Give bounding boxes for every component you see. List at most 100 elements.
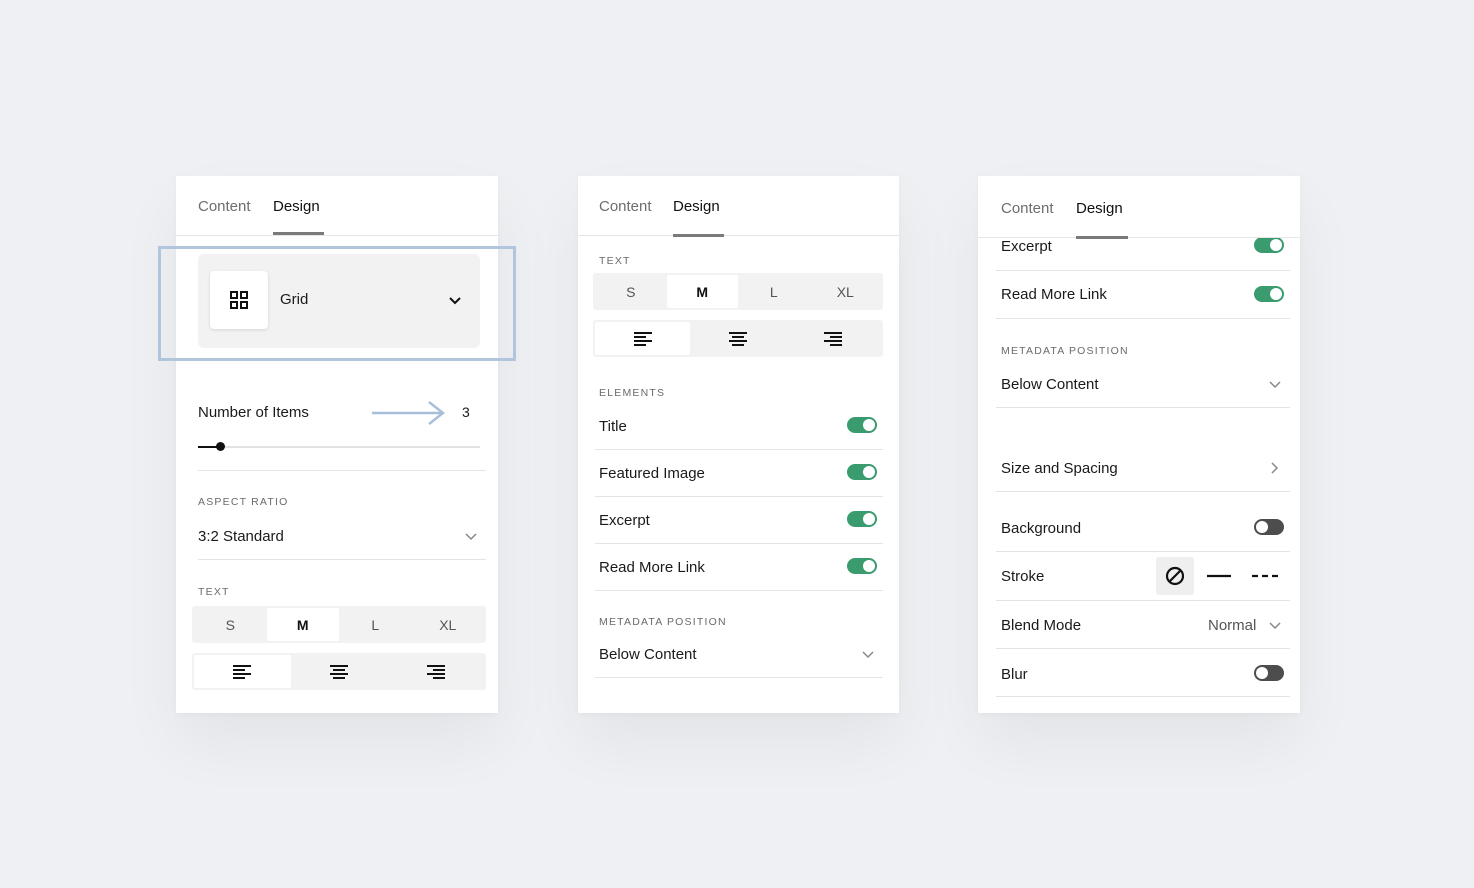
- blur-toggle[interactable]: [1254, 665, 1284, 681]
- text-size-s[interactable]: S: [194, 608, 267, 641]
- layout-select[interactable]: Grid: [198, 254, 480, 348]
- tab-design[interactable]: Design: [1076, 200, 1123, 217]
- text-size-s[interactable]: S: [595, 275, 667, 308]
- elements-section-label: ELEMENTS: [599, 387, 666, 399]
- blur-row: Blur: [1001, 662, 1291, 688]
- tab-content[interactable]: Content: [1001, 200, 1054, 217]
- align-center-icon: [728, 331, 747, 346]
- metadata-position-section-label: METADATA POSITION: [1001, 345, 1129, 357]
- metadata-position-select[interactable]: Below Content: [1001, 372, 1291, 398]
- arrow-right-icon: [372, 401, 446, 425]
- excerpt-toggle[interactable]: [1254, 237, 1284, 253]
- divider: [996, 696, 1290, 697]
- aspect-ratio-select[interactable]: 3:2 Standard: [198, 524, 480, 550]
- number-of-items-value: 3: [462, 404, 470, 420]
- text-size-m[interactable]: M: [666, 275, 738, 308]
- aspect-ratio-value: 3:2 Standard: [198, 528, 284, 545]
- element-label: Title: [599, 418, 627, 435]
- read-more-link-toggle[interactable]: [1254, 286, 1284, 302]
- blend-mode-value: Normal: [1208, 617, 1257, 634]
- size-and-spacing-row[interactable]: Size and Spacing: [1001, 456, 1291, 482]
- metadata-position-value: Below Content: [1001, 376, 1099, 393]
- tab-bar: Content Design: [578, 176, 899, 237]
- align-right-icon: [824, 331, 843, 346]
- excerpt-toggle[interactable]: [847, 511, 877, 527]
- items-slider-track[interactable]: [198, 446, 480, 448]
- text-size-l[interactable]: L: [738, 275, 810, 308]
- element-row-excerpt: Excerpt: [599, 508, 879, 540]
- element-row-title: Title: [599, 414, 879, 446]
- number-of-items-label: Number of Items: [198, 404, 309, 421]
- design-panel-style: Excerpt Content Design Read More Link ME…: [978, 176, 1300, 713]
- text-size-selector: S M L XL: [192, 606, 486, 643]
- background-label: Background: [1001, 520, 1082, 537]
- tab-content[interactable]: Content: [198, 198, 251, 215]
- background-toggle[interactable]: [1254, 519, 1284, 535]
- blur-label: Blur: [1001, 666, 1028, 683]
- layout-select-value: Grid: [280, 291, 309, 308]
- chevron-down-icon: [449, 297, 461, 305]
- divider: [996, 648, 1290, 649]
- read-more-link-label: Read More Link: [1001, 286, 1107, 303]
- divider: [996, 491, 1290, 492]
- element-row-featured-image: Featured Image: [599, 461, 879, 493]
- divider: [595, 543, 883, 544]
- text-size-xl[interactable]: XL: [810, 275, 882, 308]
- text-size-m[interactable]: M: [266, 608, 339, 641]
- tab-content[interactable]: Content: [599, 198, 652, 215]
- metadata-position-section-label: METADATA POSITION: [599, 616, 727, 628]
- stroke-label: Stroke: [1001, 568, 1045, 585]
- element-label: Excerpt: [599, 512, 650, 529]
- divider: [996, 318, 1290, 319]
- text-size-xl[interactable]: XL: [412, 608, 485, 641]
- tab-bar: Content Design: [978, 176, 1300, 239]
- align-left-button[interactable]: [595, 322, 691, 355]
- element-row-read-more-link: Read More Link: [599, 555, 879, 587]
- align-right-button[interactable]: [387, 655, 484, 688]
- text-size-selector: S M L XL: [593, 273, 883, 310]
- stroke-none-button[interactable]: [1156, 557, 1194, 595]
- featured-image-toggle[interactable]: [847, 464, 877, 480]
- element-label: Featured Image: [599, 465, 705, 482]
- background-row: Background: [1001, 516, 1291, 542]
- dashed-stroke-icon[interactable]: [1251, 567, 1279, 585]
- text-size-l[interactable]: L: [339, 608, 412, 641]
- tab-design[interactable]: Design: [273, 198, 320, 215]
- metadata-position-select[interactable]: Below Content: [599, 642, 879, 668]
- divider: [996, 600, 1290, 601]
- grid-icon: [230, 291, 248, 309]
- aspect-ratio-section-label: ASPECT RATIO: [198, 496, 289, 508]
- text-section-label: TEXT: [599, 255, 631, 267]
- read-more-link-row: Read More Link: [1001, 280, 1291, 310]
- align-right-button[interactable]: [786, 322, 881, 355]
- layout-icon-tile: [210, 271, 268, 329]
- tab-design[interactable]: Design: [673, 198, 720, 215]
- chevron-down-icon: [1269, 622, 1281, 630]
- divider: [595, 590, 883, 591]
- align-center-button[interactable]: [690, 322, 785, 355]
- chevron-down-icon: [1269, 381, 1281, 389]
- align-center-button[interactable]: [291, 655, 388, 688]
- design-panel-elements: Content Design TEXT S M L XL ELEMENTS Ti…: [578, 176, 899, 713]
- align-center-icon: [330, 664, 348, 679]
- solid-stroke-icon[interactable]: [1206, 567, 1232, 585]
- divider: [595, 496, 883, 497]
- tab-bar: Content Design: [176, 176, 498, 236]
- blend-mode-row[interactable]: Blend Mode Normal: [1001, 613, 1291, 639]
- read-more-link-toggle[interactable]: [847, 558, 877, 574]
- size-and-spacing-label: Size and Spacing: [1001, 460, 1118, 477]
- active-tab-indicator: [273, 232, 324, 235]
- chevron-down-icon: [465, 533, 477, 541]
- text-section-label: TEXT: [198, 586, 230, 598]
- element-label: Read More Link: [599, 559, 705, 576]
- align-left-button[interactable]: [194, 655, 291, 688]
- divider: [996, 407, 1290, 408]
- active-tab-indicator: [1076, 236, 1128, 239]
- chevron-right-icon: [1271, 462, 1279, 474]
- title-toggle[interactable]: [847, 417, 877, 433]
- divider: [198, 559, 486, 560]
- items-slider-handle[interactable]: [216, 442, 225, 451]
- chevron-down-icon: [862, 651, 874, 659]
- text-align-selector: [192, 653, 486, 690]
- divider: [996, 551, 1290, 552]
